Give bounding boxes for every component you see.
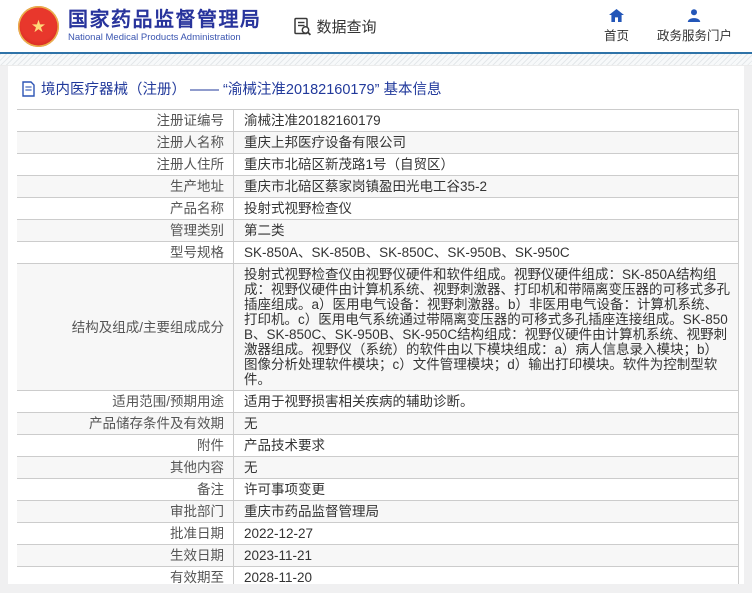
page-body: 境内医疗器械（注册） —— “渝械注准20182160179” 基本信息 注册证…	[0, 66, 752, 584]
agency-title-block: 国家药品监督管理局 National Medical Products Admi…	[68, 9, 262, 44]
row-value: 渝械注准20182160179	[233, 109, 739, 132]
row-label: 注册证编号	[17, 109, 234, 132]
row-value: 重庆市药品监督管理局	[233, 500, 739, 523]
data-query-tab[interactable]: 数据查询	[292, 16, 377, 37]
page-title: 境内医疗器械（注册） —— “渝械注准20182160179” 基本信息	[41, 82, 442, 98]
table-row: 注册人名称 重庆上邦医疗设备有限公司	[17, 131, 739, 154]
row-value: 重庆市北碚区新茂路1号（自贸区）	[233, 153, 739, 176]
table-row: 有效期至 2028-11-20	[17, 566, 739, 584]
table-row: 产品名称 投射式视野检查仪	[17, 197, 739, 220]
row-value: 产品技术要求	[233, 434, 739, 457]
table-row: 注册人住所 重庆市北碚区新茂路1号（自贸区）	[17, 153, 739, 176]
national-emblem-icon: ★	[18, 5, 59, 47]
row-value: 无	[233, 456, 739, 479]
row-label: 生产地址	[17, 175, 234, 198]
table-row: 附件 产品技术要求	[17, 434, 739, 457]
row-label: 附件	[17, 434, 234, 457]
row-label: 适用范围/预期用途	[17, 390, 234, 413]
table-row: 生产地址 重庆市北碚区蔡家岗镇盈田光电工谷35-2	[17, 175, 739, 198]
registration-info-table: 注册证编号 渝械注准20182160179 注册人名称 重庆上邦医疗设备有限公司 注册人…	[17, 109, 739, 584]
data-query-label: 数据查询	[316, 18, 377, 36]
table-row: 管理类别 第二类	[17, 219, 739, 242]
user-icon	[687, 8, 701, 22]
table-row: 注册证编号 渝械注准20182160179	[17, 109, 739, 132]
row-label: 注册人住所	[17, 153, 234, 176]
row-value: 无	[233, 412, 739, 435]
row-label: 有效期至	[17, 566, 234, 584]
row-label: 产品名称	[17, 197, 234, 220]
site-header: ★ 国家药品监督管理局 National Medical Products Ad…	[0, 0, 752, 54]
table-row: 备注 许可事项变更	[17, 478, 739, 501]
row-label: 注册人名称	[17, 131, 234, 154]
nav-item-home[interactable]: 首页	[603, 8, 629, 44]
nav-item-gov-portal[interactable]: 政务服务门户	[656, 8, 732, 44]
agency-name-en: National Medical Products Administration	[68, 31, 241, 43]
content-card: 境内医疗器械（注册） —— “渝械注准20182160179” 基本信息 注册证…	[8, 66, 744, 584]
row-value: SK-850A、SK-850B、SK-850C、SK-950B、SK-950C	[233, 241, 739, 264]
document-icon	[22, 80, 35, 97]
table-row: 批准日期 2022-12-27	[17, 522, 739, 545]
home-icon	[608, 8, 624, 22]
row-value: 许可事项变更	[233, 478, 739, 501]
table-row: 审批部门 重庆市药品监督管理局	[17, 500, 739, 523]
row-value: 2022-12-27	[233, 522, 739, 545]
table-row: 结构及组成/主要组成成分 投射式视野检查仪由视野仪硬件和软件组成。视野仪硬件组成：…	[17, 263, 739, 391]
row-label: 批准日期	[17, 522, 234, 545]
row-label: 备注	[17, 478, 234, 501]
row-label: 产品储存条件及有效期	[17, 412, 234, 435]
row-label: 其他内容	[17, 456, 234, 479]
nav-item-label: 政务服务门户	[656, 28, 732, 43]
row-label: 审批部门	[17, 500, 234, 523]
info-table-body: 注册证编号 渝械注准20182160179 注册人名称 重庆上邦医疗设备有限公司 注册人…	[17, 109, 739, 584]
header-nav: 首页 政务服务门户	[603, 8, 744, 44]
agency-name: 国家药品监督管理局	[68, 8, 262, 31]
table-row: 适用范围/预期用途 适用于视野损害相关疾病的辅助诊断。	[17, 390, 739, 413]
row-label: 型号规格	[17, 241, 234, 264]
row-label: 生效日期	[17, 544, 234, 567]
row-value: 2023-11-21	[233, 544, 739, 567]
row-value: 重庆上邦医疗设备有限公司	[233, 131, 739, 154]
table-row: 型号规格 SK-850A、SK-850B、SK-850C、SK-950B、SK-9…	[17, 241, 739, 264]
row-value: 2028-11-20	[233, 566, 739, 584]
nav-item-label: 首页	[603, 28, 629, 43]
row-value: 适用于视野损害相关疾病的辅助诊断。	[233, 390, 739, 413]
row-value: 投射式视野检查仪由视野仪硬件和软件组成。视野仪硬件组成：SK-850A结构组成：…	[233, 263, 739, 391]
row-label: 管理类别	[17, 219, 234, 242]
row-value: 重庆市北碚区蔡家岗镇盈田光电工谷35-2	[233, 175, 739, 198]
document-search-icon	[292, 16, 313, 37]
header-hatch-divider	[0, 54, 752, 66]
table-row: 其他内容无	[17, 456, 739, 479]
row-label: 结构及组成/主要组成成分	[17, 263, 234, 391]
table-row: 产品储存条件及有效期无	[17, 412, 739, 435]
page-title-bar: 境内医疗器械（注册） —— “渝械注准20182160179” 基本信息	[8, 66, 744, 109]
row-value: 投射式视野检查仪	[233, 197, 739, 220]
row-value: 第二类	[233, 219, 739, 242]
table-row: 生效日期 2023-11-21	[17, 544, 739, 567]
